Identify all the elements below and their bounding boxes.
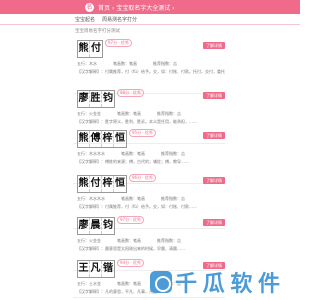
name-character: 梓 [102, 131, 114, 147]
detail-button[interactable]: 了解详情 [203, 177, 225, 184]
attribute-luck: 推荐指数：吉 [153, 61, 177, 66]
name-character: 付 [91, 43, 101, 54]
attribute-pinyin: 五行：火金金 [77, 238, 101, 243]
name-character: 王 [78, 261, 90, 277]
score-badge: 95分 · 优秀 [129, 129, 156, 137]
name-character-tile: 廖胜钧 [77, 90, 115, 108]
attribute-pinyin: 五行：火金金 [77, 111, 101, 116]
site-logo[interactable]: 名 [85, 2, 94, 12]
name-description: 【汉字解释】：付属推荐，付（fù）给予。交，如：付账、付款…… [77, 204, 197, 209]
breadcrumb-header[interactable]: 首页 › 宝宝取名字大全测试 › [98, 3, 175, 12]
name-character: 钧 [103, 220, 113, 231]
score-badge: 94分 · 优秀 [117, 259, 144, 267]
name-card[interactable]: 熊付 97分 · 优秀 了解详情 五行：木水 笔画数：笔画 推荐指数：吉 【汉字解释】：付属… [73, 38, 225, 94]
name-character-tile: 廖晨钧 [77, 217, 115, 235]
name-attributes: 五行：火金金 笔画数：笔画 推荐指数：吉 [77, 238, 225, 244]
name-description: 【汉字解释】：晨意思是太阳刚出来的时候，早晨、清晨…… [77, 246, 185, 251]
attribute-five: 笔画数：笔画 [117, 281, 141, 286]
attribute-five: 笔画数：笔画 [121, 151, 145, 156]
name-character: 凡 [90, 261, 102, 277]
name-attributes: 五行：木水木水 笔画数：笔画 推荐指数：吉 [77, 151, 225, 157]
attribute-pinyin: 五行：木水 [77, 61, 97, 66]
page-title: 宝宝周易名字打分测试 [75, 29, 120, 34]
watermark: 千 瓜 软 件 [150, 266, 280, 298]
attribute-five: 笔画数：笔画 [117, 111, 141, 116]
attribute-five: 笔画数：笔画 [117, 238, 141, 243]
attribute-luck: 推荐指数：吉 [157, 238, 181, 243]
top-bar: 名 首页 › 宝宝取名字大全测试 › [0, 0, 300, 14]
detail-button[interactable]: 了解详情 [203, 219, 225, 226]
name-character: 胜 [90, 91, 102, 107]
name-character: 熊 [78, 176, 90, 192]
attribute-pinyin: 五行：木水木水 [77, 196, 105, 201]
detail-button[interactable]: 了解详情 [203, 132, 225, 139]
name-character: 晨 [90, 218, 102, 234]
attribute-luck: 推荐指数：吉 [157, 111, 181, 116]
attribute-five: 笔画数：笔画 [121, 196, 145, 201]
subnav-item-name-scoring[interactable]: 周易测名字打分 [102, 16, 137, 23]
attribute-luck: 推荐指数：吉 [161, 196, 185, 201]
name-character: 付 [90, 176, 102, 192]
detail-button[interactable]: 了解详情 [203, 42, 225, 49]
score-badge: 98分 · 优秀 [117, 89, 144, 97]
score-badge: 97分 · 优秀 [105, 39, 132, 47]
name-character: 恒 [115, 133, 125, 144]
watermark-logo-icon [150, 271, 172, 293]
name-character: 梓 [102, 176, 114, 192]
attribute-five: 笔画数：笔画 [113, 61, 137, 66]
name-character: 廖 [78, 91, 90, 107]
attribute-luck: 推荐指数：吉 [161, 151, 185, 156]
score-badge: 97分 · 优秀 [117, 216, 144, 224]
attribute-pinyin: 五行：木水木水 [77, 151, 105, 156]
name-attributes: 五行：木水木水 笔画数：笔画 推荐指数：吉 [77, 196, 225, 202]
name-character: 廖 [78, 218, 90, 234]
name-character-tile: 熊付 [77, 40, 103, 58]
name-description: 【汉字解释】：胜字原义，胜利、胜诉。本义是任用，能承担，…… [77, 119, 197, 124]
name-character: 熊 [78, 41, 90, 57]
sub-navigation: 宝宝起名 周易测名字打分 [0, 14, 300, 25]
name-character: 傅 [90, 131, 102, 147]
name-attributes: 五行：火金金 笔画数：笔画 推荐指数：吉 [77, 111, 225, 117]
name-attributes: 五行：木水 笔画数：笔画 推荐指数：吉 [77, 61, 225, 67]
name-character: 恒 [115, 178, 125, 189]
name-character-tile: 熊付梓恒 [77, 175, 127, 193]
detail-button[interactable]: 了解详情 [203, 92, 225, 99]
score-badge: 96分 · 优秀 [129, 174, 156, 182]
name-character-tile: 熊傅梓恒 [77, 130, 127, 148]
subnav-item-baby-naming[interactable]: 宝宝起名 [75, 16, 95, 23]
name-character: 钧 [103, 93, 113, 104]
name-character-tile: 王凡锴 [77, 260, 115, 278]
attribute-pinyin: 五行：土水金 [77, 281, 101, 286]
watermark-text: 千 瓜 软 件 [175, 272, 280, 297]
name-description: 【汉字解释】：傅姓的来源；傅，古代的；辅佐；傅，教导…… [77, 159, 189, 164]
name-character: 锴 [103, 263, 113, 274]
name-character: 熊 [78, 131, 90, 147]
name-description: 【汉字解释】：付属推荐，付（fù）给予。交，如：付账、付款。托付，交付，委托给…… [77, 69, 225, 74]
